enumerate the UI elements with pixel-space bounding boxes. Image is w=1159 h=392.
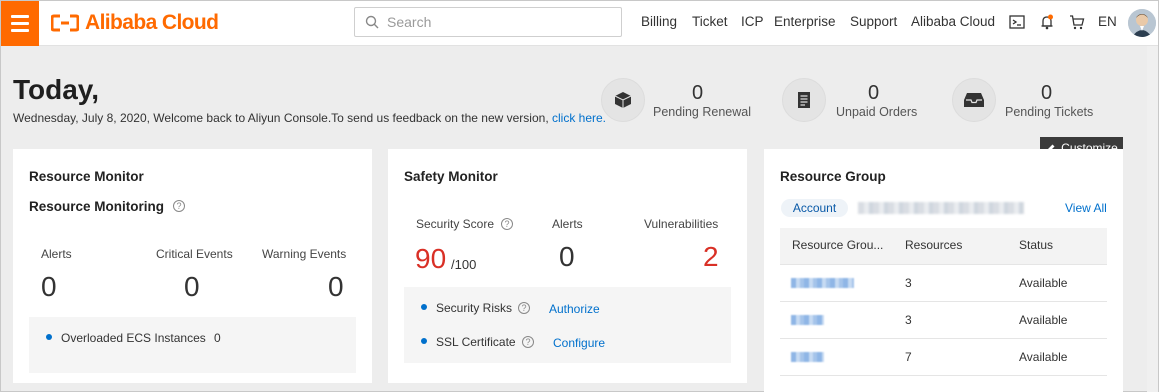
pending-tickets-count[interactable]: 0	[1041, 82, 1052, 105]
language-switcher[interactable]: EN	[1098, 14, 1117, 29]
status-dot-icon	[421, 304, 427, 310]
resource-group-name-redacted[interactable]	[791, 278, 854, 288]
row-1-status: Available	[1019, 276, 1068, 290]
nav-ticket-link[interactable]: Ticket	[692, 14, 728, 29]
welcome-text: Wednesday, July 8, 2020, Welcome back to…	[13, 111, 552, 125]
rm-critical-events-label: Critical Events	[156, 247, 233, 261]
account-name-redacted	[858, 202, 1024, 214]
ssl-certificate-label: SSL Certificate	[436, 335, 516, 349]
status-dot-icon	[421, 338, 427, 344]
nav-alibaba-cloud-link[interactable]: Alibaba Cloud	[911, 14, 995, 29]
box-icon	[614, 92, 632, 108]
welcome-message: Wednesday, July 8, 2020, Welcome back to…	[13, 111, 606, 125]
cart-icon[interactable]	[1068, 13, 1086, 31]
row-divider	[780, 338, 1107, 339]
security-score-value[interactable]: 90	[415, 243, 446, 275]
overloaded-ecs-panel	[29, 317, 356, 373]
alibaba-logo-icon	[51, 14, 79, 32]
security-score-max: /100	[451, 257, 477, 272]
safety-items-panel	[404, 287, 731, 363]
rm-warning-events-value[interactable]: 0	[328, 271, 344, 303]
resource-group-name-redacted[interactable]	[791, 315, 824, 325]
terminal-icon[interactable]	[1008, 13, 1026, 31]
account-tag[interactable]: Account	[781, 199, 848, 217]
configure-link[interactable]: Configure	[553, 336, 605, 350]
resource-monitor-title: Resource Monitor	[29, 169, 144, 184]
safety-monitor-title: Safety Monitor	[404, 169, 498, 184]
order-list-icon	[798, 92, 810, 108]
user-avatar[interactable]	[1128, 9, 1156, 37]
page-scrollbar[interactable]	[1147, 46, 1158, 392]
alibaba-cloud-logo[interactable]: Alibaba Cloud	[51, 10, 219, 36]
search-box[interactable]	[354, 7, 622, 37]
row-divider	[780, 264, 1107, 265]
pending-renewal-count[interactable]: 0	[692, 82, 703, 105]
vulnerabilities-label: Vulnerabilities	[644, 217, 719, 231]
status-dot-icon	[46, 334, 52, 340]
search-icon	[365, 15, 379, 29]
rm-critical-events-value[interactable]: 0	[184, 271, 200, 303]
column-header-resource-group[interactable]: Resource Grou...	[792, 238, 883, 252]
help-icon[interactable]: ?	[522, 336, 534, 348]
row-1-resources: 3	[905, 276, 912, 290]
security-risks-label: Security Risks	[436, 301, 513, 315]
hamburger-menu-button[interactable]	[1, 1, 39, 46]
unpaid-orders-icon-circle[interactable]	[782, 78, 826, 122]
resource-group-title: Resource Group	[780, 169, 886, 184]
row-2-resources: 3	[905, 313, 912, 327]
nav-support-link[interactable]: Support	[850, 14, 897, 29]
feedback-link[interactable]: click here.	[552, 111, 606, 125]
column-header-resources[interactable]: Resources	[905, 238, 962, 252]
overloaded-ecs-label: Overloaded ECS Instances	[61, 331, 206, 345]
unpaid-orders-label: Unpaid Orders	[836, 105, 918, 119]
authorize-link[interactable]: Authorize	[549, 302, 600, 316]
unpaid-orders-count[interactable]: 0	[868, 82, 879, 105]
resource-group-name-redacted[interactable]	[791, 352, 824, 362]
row-2-status: Available	[1019, 313, 1068, 327]
inbox-tray-icon	[964, 93, 984, 107]
rm-alerts-value[interactable]: 0	[41, 271, 57, 303]
row-3-status: Available	[1019, 350, 1068, 364]
row-3-resources: 7	[905, 350, 912, 364]
row-divider	[780, 375, 1107, 376]
notification-bell-icon[interactable]	[1038, 13, 1056, 31]
row-divider	[780, 301, 1107, 302]
rm-alerts-label: Alerts	[41, 247, 72, 261]
resource-monitoring-subtitle: Resource Monitoring	[29, 199, 165, 214]
help-icon[interactable]: ?	[501, 218, 513, 230]
brand-name: Alibaba Cloud	[85, 11, 219, 34]
security-score-label: Security Score	[416, 217, 495, 231]
rm-warning-events-label: Warning Events	[262, 247, 347, 261]
help-icon[interactable]: ?	[173, 200, 185, 212]
column-header-status[interactable]: Status	[1019, 238, 1053, 252]
search-input[interactable]	[387, 12, 607, 32]
pending-tickets-icon-circle[interactable]	[952, 78, 996, 122]
pending-tickets-label: Pending Tickets	[1005, 105, 1094, 119]
help-icon[interactable]: ?	[518, 302, 530, 314]
view-all-link[interactable]: View All	[1065, 201, 1107, 215]
pending-renewal-label: Pending Renewal	[653, 105, 751, 119]
top-nav-bar: Alibaba Cloud Billing Ticket ICP Enterpr…	[1, 1, 1158, 46]
safety-alerts-label: Alerts	[552, 217, 583, 231]
nav-billing-link[interactable]: Billing	[641, 14, 677, 29]
safety-alerts-value[interactable]: 0	[559, 241, 575, 273]
overloaded-ecs-value[interactable]: 0	[214, 331, 221, 345]
nav-icp-link[interactable]: ICP	[741, 14, 764, 29]
avatar-icon	[1128, 9, 1156, 37]
page-title: Today,	[13, 74, 100, 105]
pending-renewal-icon-circle[interactable]	[601, 78, 645, 122]
nav-enterprise-link[interactable]: Enterprise	[774, 14, 836, 29]
vulnerabilities-value[interactable]: 2	[703, 241, 719, 273]
